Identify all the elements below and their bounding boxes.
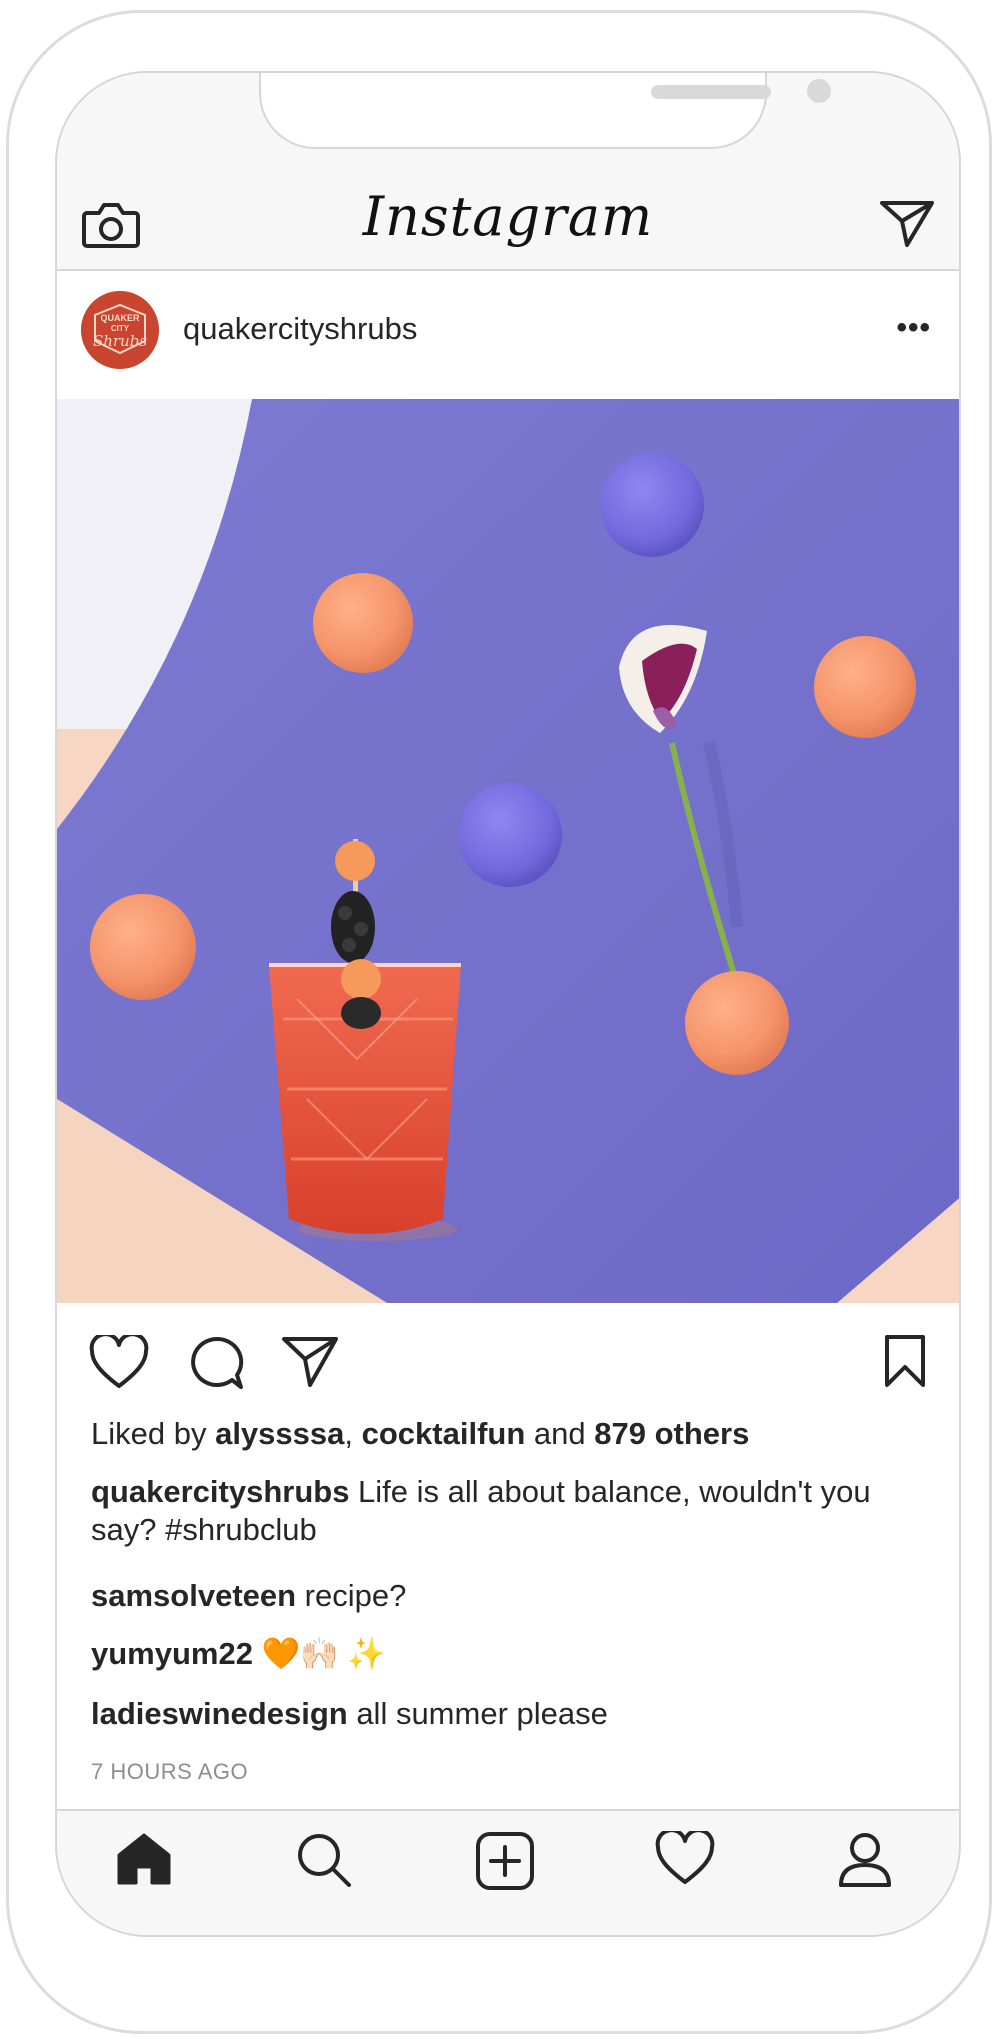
post-photo[interactable] bbox=[57, 399, 959, 1303]
caption-username[interactable]: quakercityshrubs bbox=[91, 1474, 349, 1509]
orange-sphere bbox=[814, 636, 916, 738]
bottom-nav bbox=[57, 1809, 959, 1935]
notch bbox=[259, 73, 831, 149]
new-post-icon[interactable] bbox=[475, 1831, 535, 1891]
phone-screen: Instagram QUAKER CITY Shrubs quakercitys… bbox=[55, 71, 961, 1937]
comment-username[interactable]: ladieswinedesign bbox=[91, 1696, 348, 1731]
likes-prefix: Liked by bbox=[91, 1416, 216, 1451]
comment-text: all summer please bbox=[347, 1696, 608, 1731]
liker-link[interactable]: cocktailfun bbox=[362, 1416, 526, 1451]
comment-row: ladieswinedesign all summer please bbox=[91, 1695, 931, 1733]
post-timestamp: 7 HOURS AGO bbox=[91, 1759, 249, 1784]
likes-count-link[interactable]: 879 others bbox=[594, 1416, 749, 1451]
top-bar: Instagram bbox=[57, 177, 959, 271]
comment-username[interactable]: samsolveteen bbox=[91, 1578, 296, 1613]
avatar[interactable]: QUAKER CITY Shrubs bbox=[81, 291, 159, 369]
activity-heart-icon[interactable] bbox=[655, 1831, 715, 1887]
comment-username[interactable]: yumyum22 bbox=[91, 1636, 253, 1671]
post-header: QUAKER CITY Shrubs quakercityshrubs ••• bbox=[57, 271, 959, 397]
phone-frame: Instagram QUAKER CITY Shrubs quakercitys… bbox=[6, 10, 992, 2034]
heart-icon[interactable] bbox=[89, 1335, 149, 1391]
paper-plane-icon[interactable] bbox=[879, 199, 935, 249]
orange-sphere bbox=[90, 894, 196, 1000]
orange-sphere bbox=[313, 573, 413, 673]
avatar-text-1: QUAKER bbox=[100, 313, 140, 323]
post-actions bbox=[57, 1305, 959, 1425]
post-username[interactable]: quakercityshrubs bbox=[183, 311, 417, 347]
comment-text: 🧡🙌🏻 ✨ bbox=[252, 1636, 386, 1671]
speaker bbox=[651, 85, 771, 99]
comment-text: recipe? bbox=[296, 1578, 407, 1613]
orange-sphere-base bbox=[685, 971, 789, 1075]
post-photo-art bbox=[57, 399, 959, 1303]
comment-row: yumyum22 🧡🙌🏻 ✨ bbox=[91, 1635, 931, 1673]
search-icon[interactable] bbox=[295, 1831, 353, 1889]
post-caption: quakercityshrubs Life is all about balan… bbox=[91, 1473, 931, 1549]
profile-icon[interactable] bbox=[837, 1831, 893, 1889]
avatar-text-3: Shrubs bbox=[93, 332, 147, 350]
bookmark-icon[interactable] bbox=[883, 1333, 927, 1389]
comment-row: samsolveteen recipe? bbox=[91, 1577, 931, 1615]
liker-link[interactable]: alyssssa bbox=[215, 1416, 344, 1451]
likes-and: and bbox=[525, 1416, 595, 1451]
instagram-logo: Instagram bbox=[362, 185, 654, 248]
front-camera bbox=[807, 79, 831, 103]
more-options-icon[interactable]: ••• bbox=[896, 311, 931, 345]
purple-sphere-mid bbox=[458, 783, 562, 887]
likes-separator: , bbox=[344, 1416, 362, 1451]
purple-sphere-top bbox=[600, 453, 704, 557]
likes-line: Liked by alyssssa, cocktailfun and 879 o… bbox=[91, 1415, 931, 1453]
share-icon[interactable] bbox=[281, 1335, 339, 1389]
comment-icon[interactable] bbox=[187, 1335, 245, 1391]
home-icon[interactable] bbox=[115, 1831, 173, 1887]
